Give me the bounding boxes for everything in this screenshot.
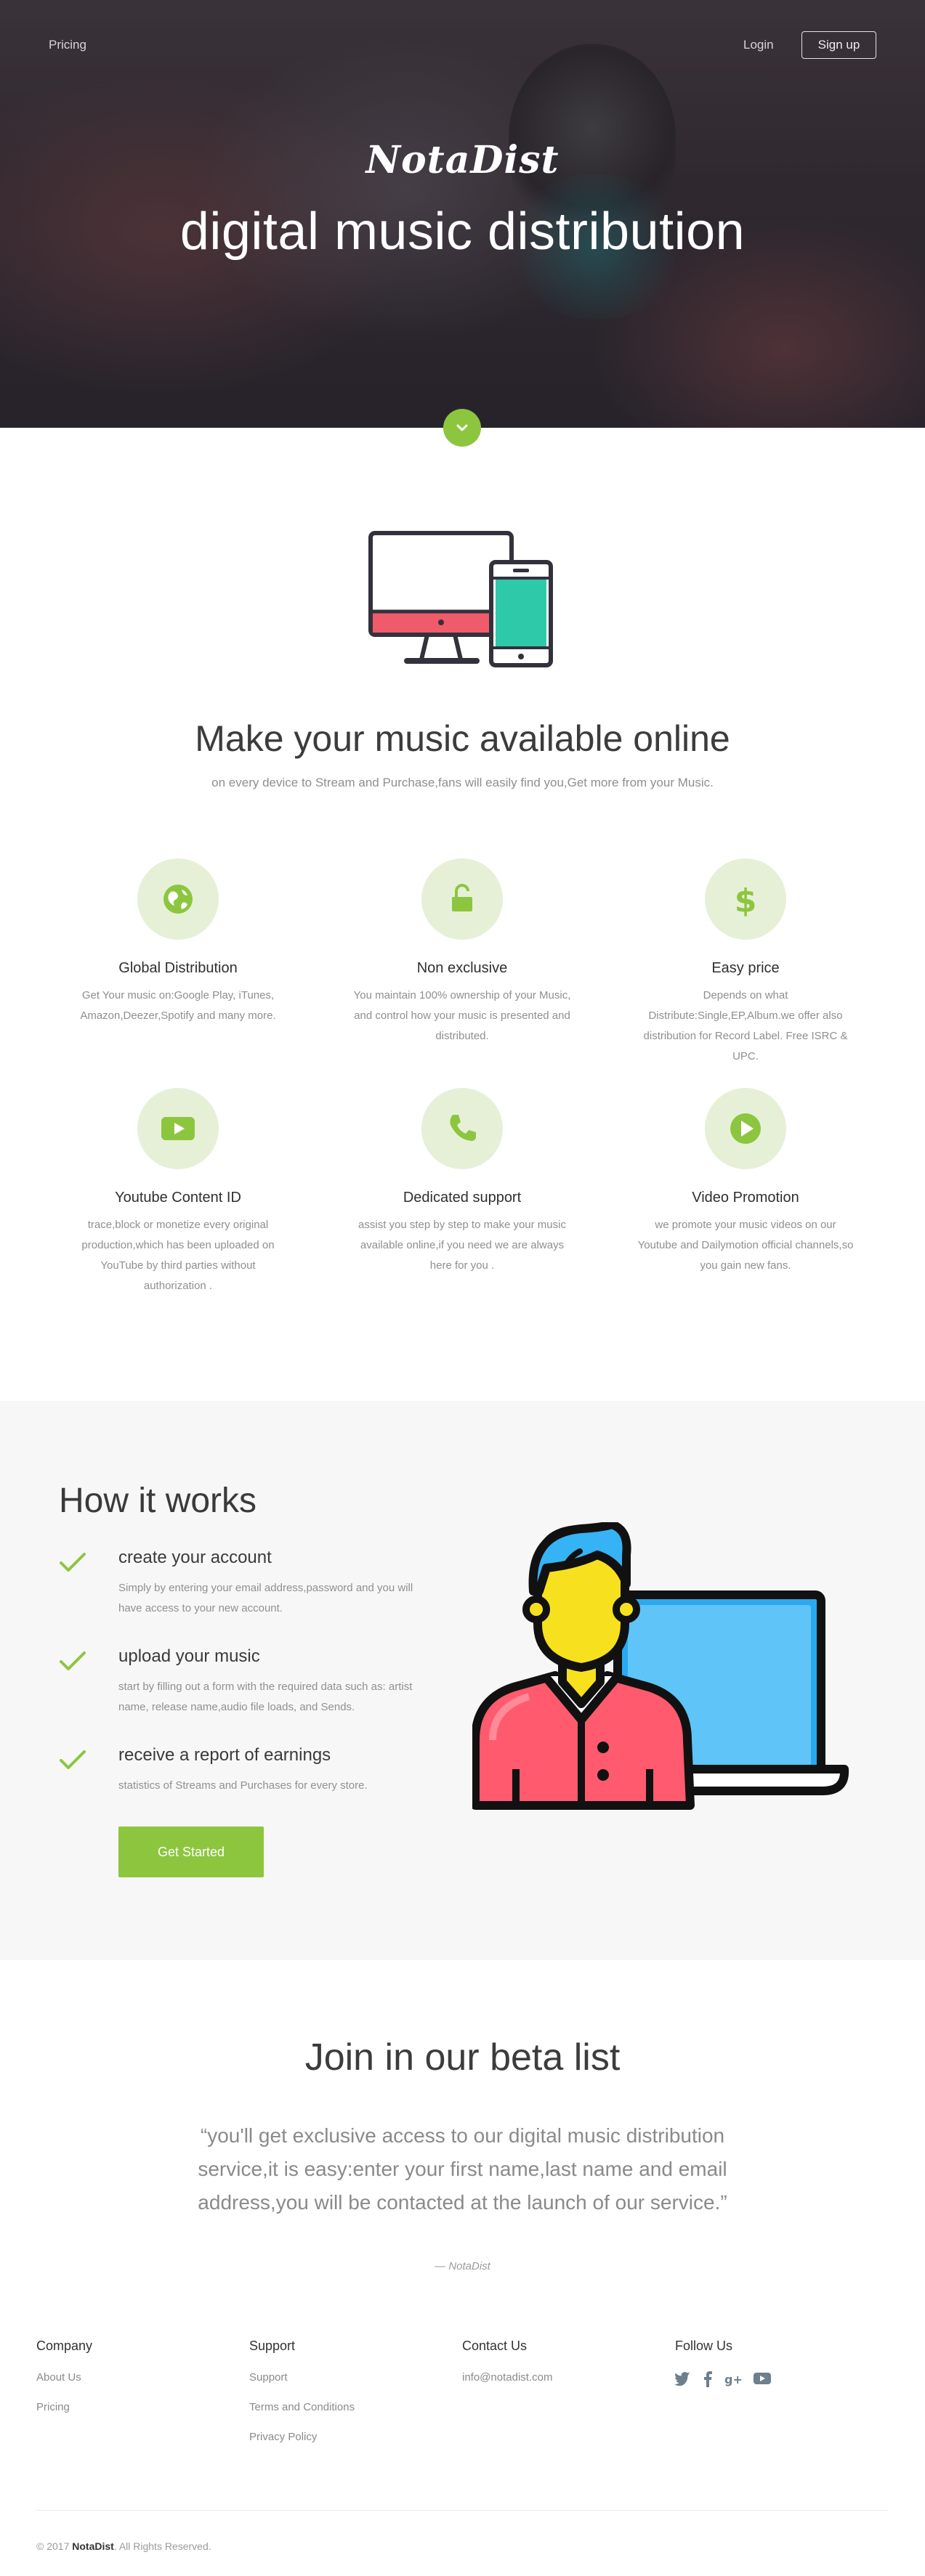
check-icon [60, 1750, 86, 1769]
google-plus-icon[interactable]: g+ [724, 2371, 743, 2391]
footer-link-about-us[interactable]: About Us [36, 2371, 240, 2384]
step-text: start by filling out a form with the req… [118, 1681, 413, 1713]
youtube-icon[interactable] [754, 2371, 771, 2391]
feature-video-promotion: Video Promotion we promote your music vi… [626, 1088, 865, 1276]
feature-non-exclusive: Non exclusive You maintain 100% ownershi… [342, 858, 582, 1047]
hero-title: digital music distribution [179, 203, 746, 261]
nav-login-link[interactable]: Login [743, 38, 774, 52]
beta-quote-author: — NotaDist [435, 2260, 490, 2272]
get-started-button[interactable]: Get Started [118, 1827, 264, 1877]
globe-icon [163, 885, 193, 914]
feature-text: assist you step by step to make your mus… [358, 1219, 566, 1272]
hero-banner: Pricing Login Sign up NotaDist digital m… [0, 0, 925, 428]
footer-support: Support Support Terms and Conditions Pri… [249, 2339, 453, 2461]
footer-heading: Follow Us [675, 2339, 733, 2353]
step-title: create your account [118, 1548, 272, 1567]
copyright-suffix: . All Rights Reserved. [113, 2540, 211, 2552]
feature-easy-price: $ Easy price Depends on what Distribute:… [626, 858, 865, 1067]
step-title: upload your music [118, 1646, 260, 1666]
footer-contact-email[interactable]: info@notadist.com [462, 2371, 666, 2384]
copyright-prefix: © 2017 [36, 2540, 70, 2552]
feature-youtube-content-id: Youtube Content ID trace,block or moneti… [58, 1088, 298, 1296]
facebook-icon[interactable] [703, 2371, 713, 2391]
footer-company: Company About Us Pricing [36, 2339, 240, 2431]
feature-text: Depends on what Distribute:Single,EP,Alb… [643, 989, 848, 1063]
check-icon [60, 1651, 86, 1670]
footer-link-pricing[interactable]: Pricing [36, 2401, 240, 2413]
step-text: statistics of Streams and Purchases for … [118, 1779, 368, 1792]
chevron-down-icon [456, 424, 468, 431]
feature-global-distribution: Global Distribution Get Your music on:Go… [58, 858, 298, 1026]
play-circle-icon [730, 1113, 761, 1144]
footer-link-support[interactable]: Support [249, 2371, 453, 2384]
unlock-icon [452, 884, 472, 911]
features-title: Make your music available online [195, 718, 730, 759]
copyright-brand: NotaDist [72, 2540, 114, 2552]
feature-title: Video Promotion [692, 1190, 799, 1206]
footer-heading: Company [36, 2339, 93, 2353]
dollar-icon: $ [735, 882, 757, 917]
social-links: g+ [674, 2371, 878, 2391]
footer-heading: Support [249, 2339, 296, 2353]
feature-title: Easy price [711, 960, 780, 976]
svg-text:g+: g+ [724, 2373, 742, 2386]
phone-icon [450, 1115, 476, 1141]
devices-illustration [368, 531, 553, 667]
nav-pricing-link[interactable]: Pricing [49, 38, 86, 52]
twitter-icon[interactable] [674, 2371, 691, 2391]
svg-text:$: $ [735, 882, 757, 917]
check-icon [60, 1553, 86, 1572]
feature-title: Global Distribution [118, 960, 238, 976]
footer-link-privacy[interactable]: Privacy Policy [249, 2431, 453, 2443]
person-laptop-illustration [472, 1522, 849, 1810]
step-text: Simply by entering your email address,pa… [118, 1582, 413, 1614]
beta-quote: “you'll get exclusive access to our digi… [198, 2124, 727, 2214]
feature-text: You maintain 100% ownership of your Musi… [353, 989, 571, 1042]
brand-logo[interactable]: NotaDist [0, 138, 925, 182]
feature-text: Get Your music on:Google Play, iTunes, A… [80, 989, 276, 1022]
footer-heading: Contact Us [462, 2339, 528, 2353]
footer-contact: Contact Us info@notadist.com [462, 2339, 666, 2401]
feature-title: Youtube Content ID [115, 1190, 241, 1206]
how-title: How it works [59, 1482, 257, 1520]
features-subtitle: on every device to Stream and Purchase,f… [211, 776, 714, 789]
beta-title: Join in our beta list [304, 2036, 621, 2079]
step-title: receive a report of earnings [118, 1745, 331, 1765]
youtube-icon [161, 1117, 195, 1140]
footer-follow: Follow Us g+ [674, 2339, 878, 2391]
scroll-down-button[interactable] [443, 409, 481, 447]
feature-title: Dedicated support [403, 1190, 522, 1206]
footer-link-terms[interactable]: Terms and Conditions [249, 2401, 453, 2413]
feature-title: Non exclusive [416, 960, 508, 976]
feature-text: trace,block or monetize every original p… [81, 1219, 275, 1292]
feature-dedicated-support: Dedicated support assist you step by ste… [342, 1088, 582, 1276]
signup-button[interactable]: Sign up [801, 31, 876, 59]
footer-divider [36, 2510, 889, 2511]
how-it-works-section: How it works create your account Simply … [0, 1401, 925, 1960]
copyright-text: © 2017 NotaDist. All Rights Reserved. [36, 2540, 211, 2552]
feature-text: we promote your music videos on our Yout… [637, 1219, 854, 1272]
